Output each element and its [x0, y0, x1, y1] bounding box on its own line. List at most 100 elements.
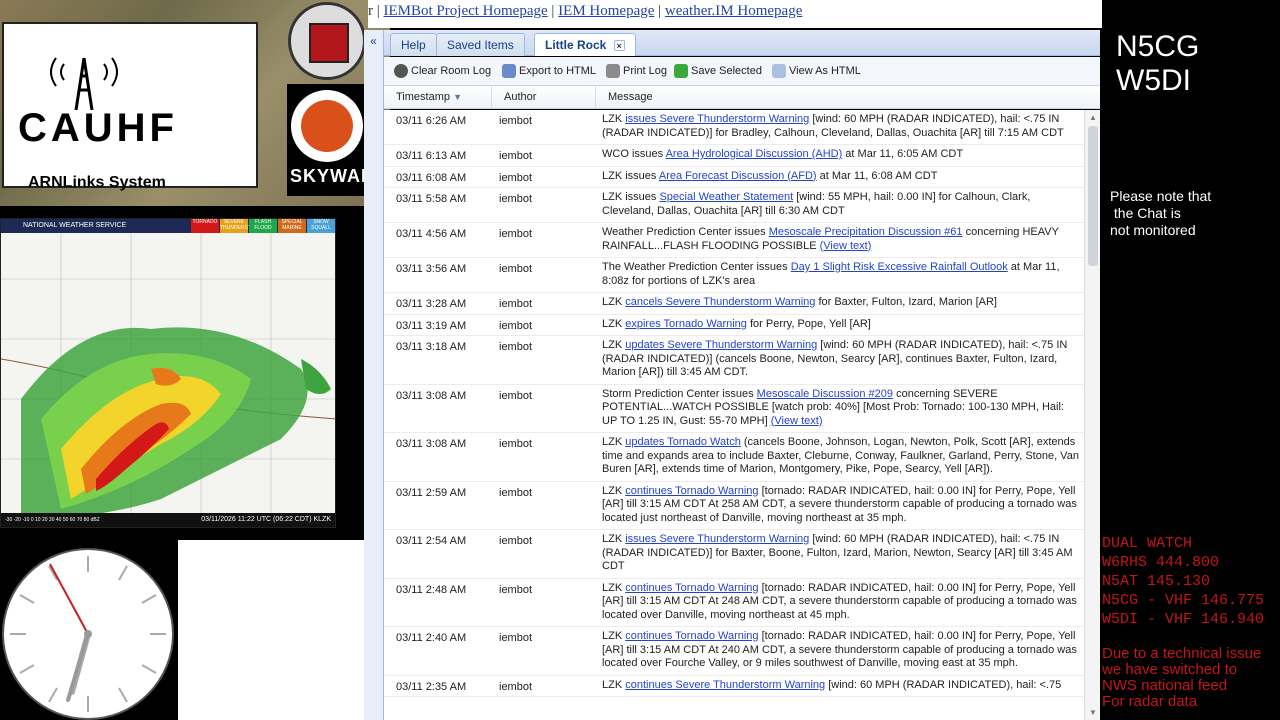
product-link[interactable]: Area Forecast Discussion (AFD): [659, 170, 817, 182]
clear-room-log-button[interactable]: Clear Room Log: [394, 64, 491, 78]
collapse-icon: «: [370, 34, 377, 48]
table-row[interactable]: 03/11 2:48 AM iembot LZK continues Tornado…: [384, 579, 1100, 627]
table-row[interactable]: 03/11 3:08 AM iembot LZK updates Tornado W…: [384, 433, 1100, 482]
product-link[interactable]: Special Weather Statement: [659, 191, 793, 203]
message-suffix: at Mar 11, 6:08 AM CDT: [816, 169, 938, 182]
row-author: iembot: [499, 319, 533, 332]
scroll-up-icon[interactable]: ▲: [1089, 113, 1097, 122]
row-message: Weather Prediction Center issues Mesosca…: [602, 223, 1080, 257]
row-timestamp: 03/11 5:58 AM: [396, 193, 467, 205]
iembot-project-link[interactable]: IEMBot Project Homepage: [384, 3, 548, 19]
radar-footer: -30 -20 -10 0 10 20 30 40 50 60 70 80 dB…: [1, 513, 335, 527]
row-message: LZK continues Tornado Warning [tornado: …: [602, 627, 1080, 675]
row-timestamp: 03/11 2:48 AM: [396, 583, 467, 596]
row-author: iembot: [499, 298, 533, 310]
view-text-link[interactable]: (View text): [771, 415, 823, 427]
message-prefix: LZK: [602, 296, 626, 308]
tornado-icon: [301, 100, 353, 152]
save-selected-button[interactable]: Save Selected: [674, 64, 762, 78]
product-link[interactable]: expires Tornado Warning: [625, 318, 747, 330]
row-author: iembot: [499, 341, 533, 353]
table-row[interactable]: 03/11 5:58 AM iembot LZK issues Special We…: [384, 188, 1100, 223]
radar-station: KLZK: [313, 516, 331, 523]
table-row[interactable]: 03/11 6:13 AM iembot WCO issues Area Hydro…: [384, 145, 1100, 167]
scroll-down-icon[interactable]: ▼: [1089, 708, 1097, 717]
table-row[interactable]: 03/11 3:56 AM iembot The Weather Predictio…: [384, 258, 1100, 293]
view-text-link[interactable]: (View text): [820, 240, 872, 252]
message-prefix: LZK: [602, 113, 626, 125]
truncated-text: r: [368, 3, 373, 19]
grid-scrollbar[interactable]: ▲ ▼: [1084, 110, 1100, 720]
tab-saved-items[interactable]: Saved Items: [436, 33, 525, 56]
column-author[interactable]: Author: [492, 86, 596, 109]
row-message: The Weather Prediction Center issues Day…: [602, 258, 1080, 292]
row-timestamp: 03/11 3:19 AM: [396, 319, 467, 332]
radar-image: NATIONAL WEATHER SERVICE TORNADO SEVERE …: [0, 218, 336, 528]
message-prefix: LZK: [602, 317, 626, 330]
table-row[interactable]: 03/11 2:54 AM iembot LZK issues Severe Thu…: [384, 530, 1100, 579]
export-html-button[interactable]: Export to HTML: [502, 64, 596, 78]
row-message: LZK issues Severe Thunderstorm Warning […: [602, 530, 1080, 578]
product-link[interactable]: continues Tornado Warning: [625, 485, 758, 497]
tab-help[interactable]: Help: [390, 33, 437, 56]
table-row[interactable]: 03/11 3:28 AM iembot LZK cancels Severe Th…: [384, 293, 1100, 315]
product-link[interactable]: continues Tornado Warning: [625, 630, 758, 642]
row-message: LZK issues Area Forecast Discussion (AFD…: [602, 167, 1080, 188]
product-link[interactable]: continues Tornado Warning: [625, 582, 758, 594]
scrollbar-thumb[interactable]: [1088, 126, 1098, 266]
table-row[interactable]: 03/11 3:18 AM iembot LZK updates Severe Th…: [384, 336, 1100, 385]
row-message: LZK updates Tornado Watch (cancels Boone…: [602, 433, 1080, 481]
row-timestamp: 03/11 3:08 AM: [396, 389, 467, 402]
table-row[interactable]: 03/11 2:59 AM iembot LZK continues Tornado…: [384, 482, 1100, 530]
table-row[interactable]: 03/11 2:40 AM iembot LZK continues Tornado…: [384, 627, 1100, 676]
row-author: iembot: [499, 438, 533, 450]
weather-im-link[interactable]: weather.IM Homepage: [665, 3, 802, 19]
table-row[interactable]: 03/11 3:19 AM iembot LZK expires Tornado W…: [384, 315, 1100, 336]
product-link[interactable]: issues Severe Thunderstorm Warning: [625, 113, 809, 125]
product-link[interactable]: Day 1 Slight Risk Excessive Rainfall Out…: [791, 261, 1008, 273]
column-message[interactable]: Message: [596, 86, 1086, 109]
column-timestamp[interactable]: Timestamp ▼: [384, 86, 492, 109]
message-prefix: LZK issues: [602, 191, 660, 203]
product-link[interactable]: updates Severe Thunderstorm Warning: [625, 339, 817, 351]
collapse-panel-button[interactable]: «: [364, 30, 384, 720]
product-link[interactable]: updates Tornado Watch: [625, 436, 741, 448]
analog-clock: [2, 548, 174, 720]
table-row[interactable]: 03/11 3:08 AM iembot Storm Prediction Cent…: [384, 385, 1100, 433]
stream-overlay: CAUHF ARNLinks System SKYWARN NATIONAL W…: [0, 0, 1280, 720]
row-message: LZK continues Tornado Warning [tornado: …: [602, 482, 1080, 530]
callsigns: N5CG W5DI: [1116, 30, 1199, 98]
product-link[interactable]: cancels Severe Thunderstorm Warning: [625, 296, 815, 308]
table-row[interactable]: 03/11 6:08 AM iembot LZK issues Area Forec…: [384, 167, 1100, 188]
close-tab-icon[interactable]: ×: [613, 40, 625, 51]
product-link[interactable]: issues Severe Thunderstorm Warning: [625, 533, 809, 545]
row-message: LZK updates Severe Thunderstorm Warning …: [602, 336, 1080, 384]
legend-snow: SNOW SQUALL: [307, 219, 335, 233]
message-prefix: LZK: [602, 533, 626, 545]
iem-homepage-link[interactable]: IEM Homepage: [558, 3, 654, 19]
message-prefix: LZK: [602, 339, 626, 351]
message-suffix: [wind: 60 MPH (RADAR INDICATED), hail: <…: [825, 678, 1062, 691]
row-timestamp: 03/11 3:56 AM: [396, 263, 467, 275]
product-link[interactable]: Area Hydrological Discussion (AHD): [666, 148, 843, 160]
product-link[interactable]: continues Severe Thunderstorm Warning: [625, 679, 825, 691]
message-prefix: Storm Prediction Center issues: [602, 387, 757, 400]
row-timestamp: 03/11 4:56 AM: [396, 228, 467, 240]
clear-label: Clear Room Log: [411, 65, 492, 77]
view-as-html-button[interactable]: View As HTML: [772, 64, 861, 78]
table-row[interactable]: 03/11 4:56 AM iembot Weather Prediction Ce…: [384, 223, 1100, 258]
product-link[interactable]: Mesoscale Precipitation Discussion #61: [769, 226, 963, 238]
table-row[interactable]: 03/11 2:35 AM iembot LZK continues Severe …: [384, 676, 1100, 697]
legend-marine: SPECIAL MARINE: [278, 219, 306, 233]
table-row[interactable]: 03/11 6:26 AM iembot LZK issues Severe Thu…: [384, 110, 1100, 145]
product-link[interactable]: Mesoscale Discussion #209: [757, 388, 893, 400]
timestamp-header-label: Timestamp: [396, 91, 450, 103]
row-timestamp: 03/11 3:08 AM: [396, 438, 467, 450]
print-log-button[interactable]: Print Log: [606, 64, 667, 78]
callsign-w5di: W5DI: [1116, 64, 1191, 97]
skywarn-emblem: [291, 90, 363, 162]
radar-timestamp: 03/11/2026 11:22 UTC (06:22 CDT) KLZK: [201, 513, 331, 527]
tab-little-rock[interactable]: Little Rock ×: [534, 33, 636, 56]
logo-subtitle: ARNLinks System: [28, 174, 166, 191]
room-tabs: Help Saved Items Little Rock ×: [384, 30, 1100, 56]
